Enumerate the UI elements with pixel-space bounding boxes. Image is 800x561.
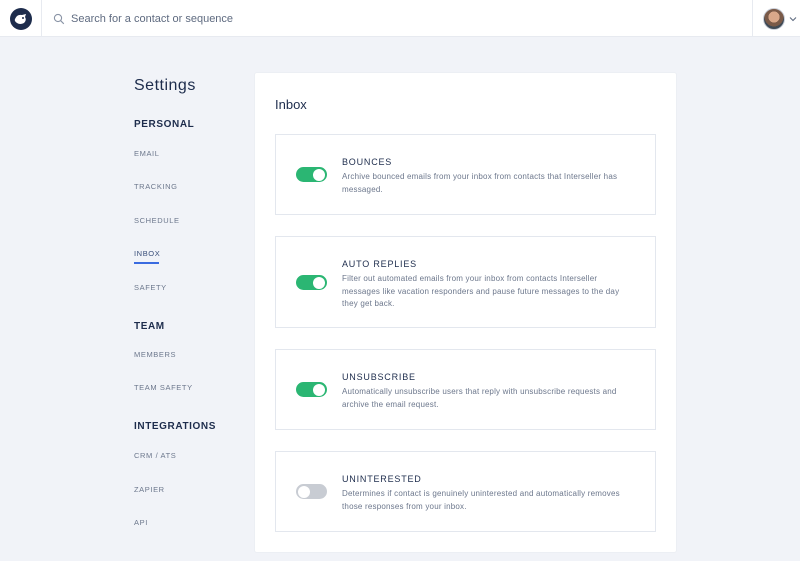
option-title: UNSUBSCRIBE	[342, 372, 416, 382]
search-input[interactable]	[71, 12, 371, 25]
toggle-knob	[313, 276, 325, 289]
option-description: Automatically unsubscribe users that rep…	[342, 387, 617, 409]
nav-api[interactable]: API	[134, 518, 148, 527]
section-integrations: INTEGRATIONS	[134, 421, 217, 432]
nav-schedule[interactable]: SCHEDULE	[134, 216, 180, 225]
toggle-knob	[313, 168, 325, 181]
option-auto-replies: AUTO REPLIES Filter out automated emails…	[275, 236, 656, 328]
search-bar	[53, 0, 371, 37]
uninterested-toggle[interactable]	[296, 484, 327, 499]
user-avatar[interactable]	[763, 7, 785, 30]
bounces-toggle[interactable]	[296, 167, 327, 182]
interseller-logo-icon	[9, 7, 32, 30]
option-bounces: BOUNCES Archive bounced emails from your…	[275, 134, 656, 215]
option-description: Determines if contact is genuinely unint…	[342, 489, 620, 511]
auto-replies-toggle[interactable]	[296, 275, 327, 290]
option-title: AUTO REPLIES	[342, 259, 417, 269]
nav-inbox[interactable]: INBOX	[134, 249, 160, 264]
option-title: BOUNCES	[342, 157, 393, 167]
logo-button[interactable]	[0, 0, 42, 37]
unsubscribe-toggle[interactable]	[296, 382, 327, 397]
page-title: Inbox	[275, 97, 307, 112]
option-title: UNINTERESTED	[342, 474, 422, 484]
option-unsubscribe: UNSUBSCRIBE Automatically unsubscribe us…	[275, 349, 656, 430]
nav-team-safety[interactable]: TEAM SAFETY	[134, 383, 193, 392]
toggle-knob	[313, 383, 325, 396]
option-uninterested: UNINTERESTED Determines if contact is ge…	[275, 451, 656, 532]
nav-members[interactable]: MEMBERS	[134, 350, 176, 359]
inbox-settings-card: Inbox BOUNCES Archive bounced emails fro…	[255, 73, 676, 552]
nav-email[interactable]: EMAIL	[134, 149, 160, 158]
nav-safety[interactable]: SAFETY	[134, 283, 167, 292]
search-icon	[53, 13, 65, 24]
toggle-knob	[298, 485, 310, 498]
top-bar	[0, 0, 800, 37]
chevron-down-icon[interactable]	[789, 15, 797, 23]
user-menu[interactable]	[752, 0, 800, 37]
nav-tracking[interactable]: TRACKING	[134, 182, 178, 191]
option-description: Archive bounced emails from your inbox f…	[342, 172, 618, 194]
section-personal: PERSONAL	[134, 119, 195, 130]
settings-title: Settings	[134, 77, 196, 94]
nav-crm-ats[interactable]: CRM / ATS	[134, 451, 176, 460]
option-description: Filter out automated emails from your in…	[342, 274, 620, 308]
section-team: TEAM	[134, 321, 165, 332]
nav-zapier[interactable]: ZAPIER	[134, 485, 165, 494]
